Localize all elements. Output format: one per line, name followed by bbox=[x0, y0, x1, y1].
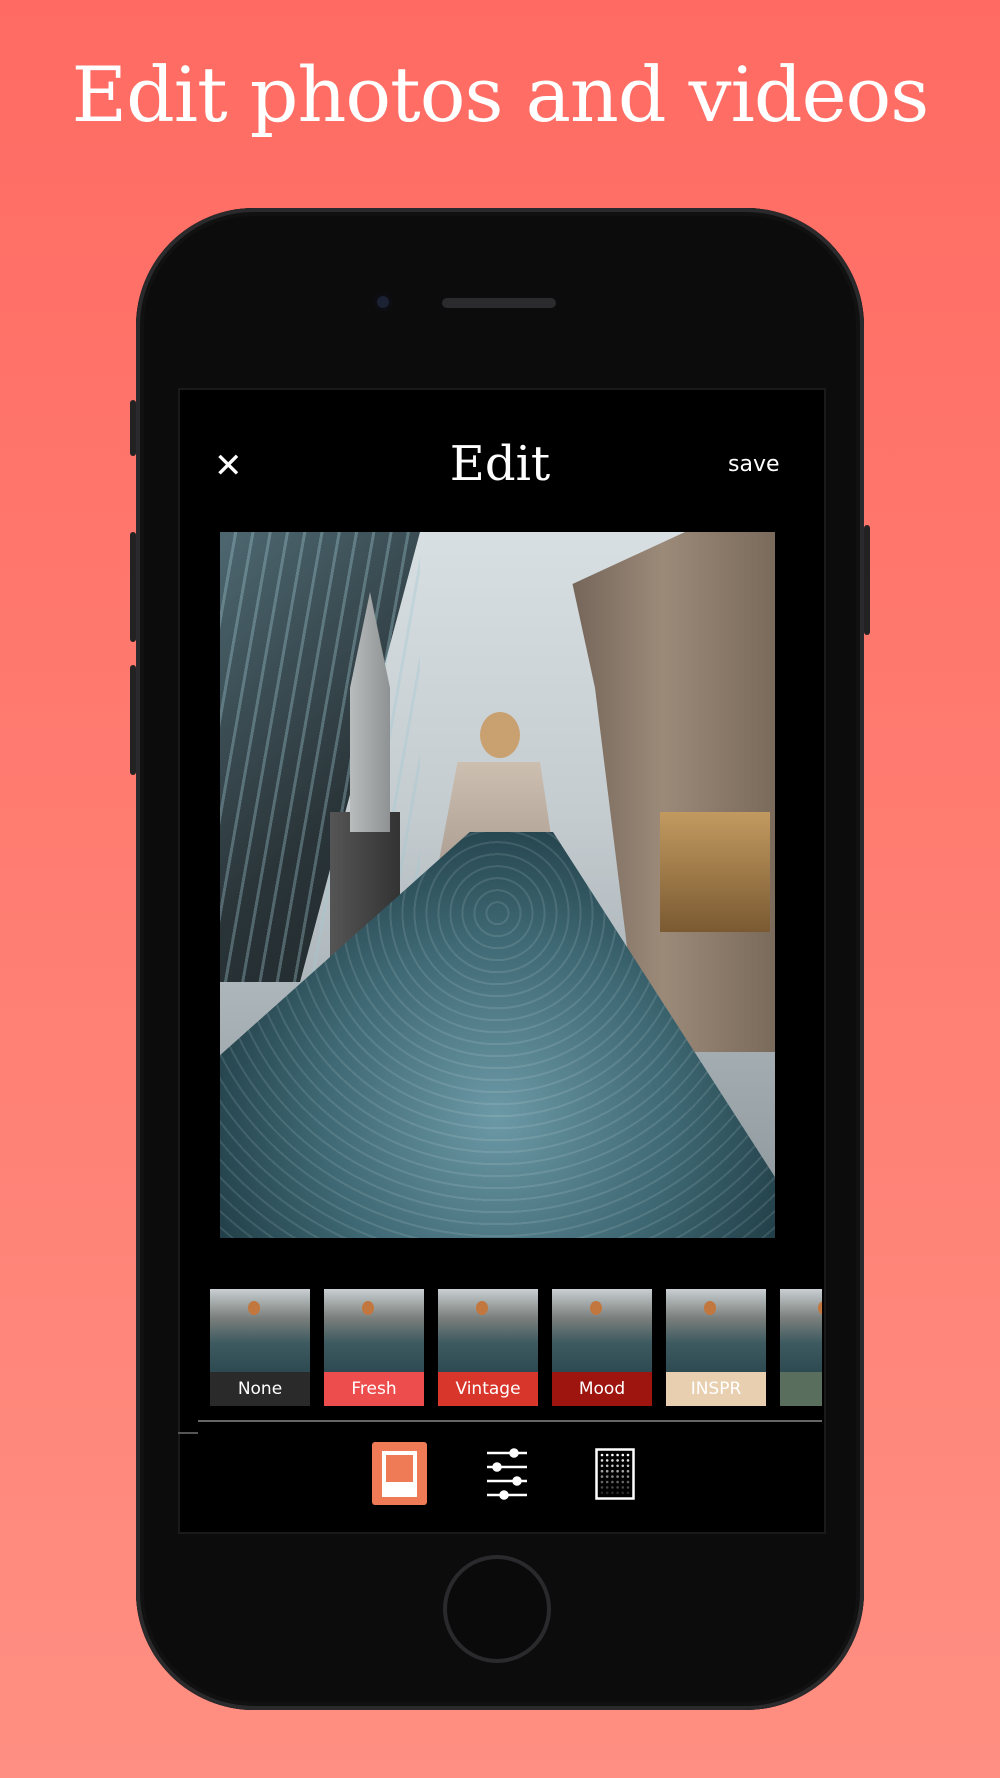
filter-thumbnail bbox=[552, 1289, 652, 1372]
filter-label: INSPR bbox=[666, 1372, 766, 1406]
filter-thumbnail bbox=[324, 1289, 424, 1372]
filter-label: F bbox=[780, 1372, 822, 1406]
page-title: Edit bbox=[449, 436, 551, 492]
sliders-adjust-icon[interactable] bbox=[484, 1448, 530, 1500]
earpiece-speaker bbox=[442, 298, 556, 308]
toolbar-divider bbox=[198, 1420, 822, 1422]
filter-none[interactable]: None bbox=[210, 1289, 310, 1406]
filter-vintage[interactable]: Vintage bbox=[438, 1289, 538, 1406]
close-icon[interactable]: ✕ bbox=[214, 446, 243, 486]
filter-strip[interactable]: None Fresh Vintage Mood INSPR F bbox=[210, 1289, 822, 1407]
save-button[interactable]: save bbox=[728, 452, 780, 477]
frame-filter-icon[interactable] bbox=[372, 1442, 427, 1505]
filter-thumbnail bbox=[210, 1289, 310, 1372]
filter-thumbnail bbox=[780, 1289, 822, 1372]
filter-label: Fresh bbox=[324, 1372, 424, 1406]
filter-label: None bbox=[210, 1372, 310, 1406]
home-button[interactable] bbox=[443, 1555, 551, 1663]
divider-stub bbox=[178, 1432, 198, 1434]
filter-thumbnail bbox=[666, 1289, 766, 1372]
filter-fresh[interactable]: Fresh bbox=[324, 1289, 424, 1406]
power-button bbox=[864, 525, 870, 635]
filter-inspr[interactable]: INSPR bbox=[666, 1289, 766, 1406]
filter-thumbnail bbox=[438, 1289, 538, 1372]
filter-mood[interactable]: Mood bbox=[552, 1289, 652, 1406]
photo-preview bbox=[220, 532, 775, 1238]
filter-partial[interactable]: F bbox=[780, 1289, 822, 1406]
grain-grid-icon[interactable] bbox=[595, 1448, 635, 1500]
filter-label: Mood bbox=[552, 1372, 652, 1406]
filter-label: Vintage bbox=[438, 1372, 538, 1406]
front-camera bbox=[374, 293, 392, 311]
headline: Edit photos and videos bbox=[71, 50, 930, 139]
